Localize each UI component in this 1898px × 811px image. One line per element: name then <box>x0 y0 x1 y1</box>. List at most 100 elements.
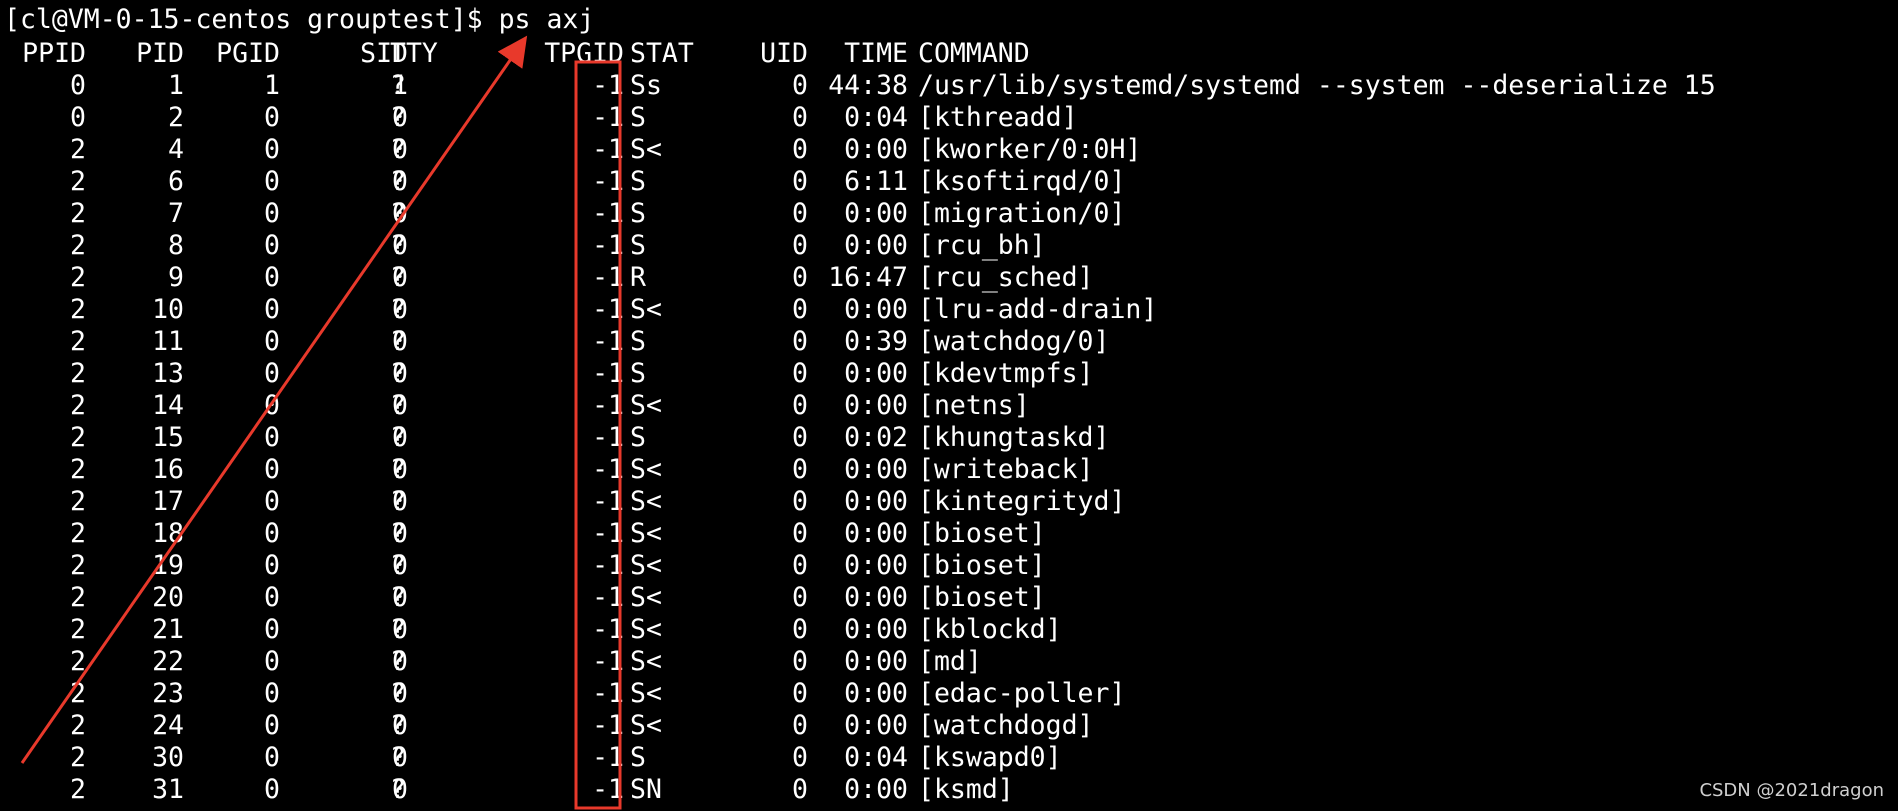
cell-pid: 7 <box>168 198 184 229</box>
cell-time: 0:00 <box>844 582 908 613</box>
cell-command: [kswapd0] <box>918 742 1062 773</box>
cell-time: 0:00 <box>844 774 908 805</box>
cell-tty: ? <box>390 230 406 261</box>
cell-command: [rcu_sched] <box>918 262 1094 293</box>
cell-pid: 14 <box>152 390 184 421</box>
cell-uid: 0 <box>792 358 808 389</box>
cell-tty: ? <box>390 742 406 773</box>
cell-uid: 0 <box>792 710 808 741</box>
cell-time: 0:00 <box>844 614 908 645</box>
cell-pid: 13 <box>152 358 184 389</box>
cell-tpgid: -1 <box>592 262 624 293</box>
cell-ppid: 2 <box>70 166 86 197</box>
cell-stat: S <box>630 326 646 357</box>
cell-time: 44:38 <box>828 70 908 101</box>
cell-pid: 9 <box>168 262 184 293</box>
cell-ppid: 2 <box>70 678 86 709</box>
cell-uid: 0 <box>792 678 808 709</box>
cell-uid: 0 <box>792 134 808 165</box>
cell-tpgid: -1 <box>592 518 624 549</box>
cell-tpgid: -1 <box>592 294 624 325</box>
cell-uid: 0 <box>792 102 808 133</box>
cell-pgid: 0 <box>264 422 280 453</box>
cell-time: 0:00 <box>844 486 908 517</box>
terminal-window[interactable]: [cl@VM-0-15-centos grouptest]$ ps axj PP… <box>0 0 1898 811</box>
cell-ppid: 2 <box>70 582 86 613</box>
cell-time: 0:00 <box>844 678 908 709</box>
cell-pid: 11 <box>152 326 184 357</box>
cell-ppid: 2 <box>70 742 86 773</box>
cell-command: [bioset] <box>918 550 1046 581</box>
cell-uid: 0 <box>792 550 808 581</box>
cell-pid: 31 <box>152 774 184 805</box>
cell-stat: S< <box>630 294 662 325</box>
cell-time: 16:47 <box>828 262 908 293</box>
cell-pid: 6 <box>168 166 184 197</box>
cell-pid: 20 <box>152 582 184 613</box>
cell-time: 0:02 <box>844 422 908 453</box>
cell-time: 6:11 <box>844 166 908 197</box>
cell-tpgid: -1 <box>592 326 624 357</box>
cell-uid: 0 <box>792 454 808 485</box>
cell-time: 0:04 <box>844 102 908 133</box>
cell-command: [edac-poller] <box>918 678 1126 709</box>
cell-pgid: 0 <box>264 646 280 677</box>
cell-ppid: 2 <box>70 486 86 517</box>
cell-tpgid: -1 <box>592 454 624 485</box>
cell-tpgid: -1 <box>592 582 624 613</box>
cell-command: [khungtaskd] <box>918 422 1110 453</box>
cell-stat: S< <box>630 134 662 165</box>
cell-time: 0:00 <box>844 134 908 165</box>
cell-uid: 0 <box>792 294 808 325</box>
cell-tpgid: -1 <box>592 134 624 165</box>
cell-ppid: 2 <box>70 326 86 357</box>
cell-pgid: 0 <box>264 486 280 517</box>
cell-uid: 0 <box>792 742 808 773</box>
cell-uid: 0 <box>792 422 808 453</box>
cell-time: 0:04 <box>844 742 908 773</box>
command-prompt: [cl@VM-0-15-centos grouptest]$ ps axj <box>4 4 595 35</box>
cell-tty: ? <box>390 486 406 517</box>
cell-command: [kworker/0:0H] <box>918 134 1142 165</box>
cell-stat: S< <box>630 646 662 677</box>
cell-ppid: 2 <box>70 294 86 325</box>
cell-command: [kthreadd] <box>918 102 1078 133</box>
cell-pgid: 0 <box>264 742 280 773</box>
cell-ppid: 2 <box>70 710 86 741</box>
cell-stat: S< <box>630 454 662 485</box>
cell-uid: 0 <box>792 646 808 677</box>
cell-tty: ? <box>390 70 406 101</box>
cell-command: [kdevtmpfs] <box>918 358 1094 389</box>
cell-time: 0:00 <box>844 646 908 677</box>
cell-pid: 15 <box>152 422 184 453</box>
cell-time: 0:00 <box>844 710 908 741</box>
cell-pgid: 0 <box>264 454 280 485</box>
cell-pgid: 0 <box>264 198 280 229</box>
cell-pgid: 0 <box>264 326 280 357</box>
cell-tty: ? <box>390 102 406 133</box>
cell-pgid: 1 <box>264 70 280 101</box>
header-pgid: PGID <box>216 38 280 69</box>
cell-ppid: 2 <box>70 358 86 389</box>
cell-pgid: 0 <box>264 614 280 645</box>
cell-time: 0:00 <box>844 358 908 389</box>
cell-tpgid: -1 <box>592 678 624 709</box>
cell-ppid: 2 <box>70 646 86 677</box>
cell-tpgid: -1 <box>592 166 624 197</box>
cell-tty: ? <box>390 774 406 805</box>
cell-tty: ? <box>390 582 406 613</box>
cell-uid: 0 <box>792 230 808 261</box>
cell-ppid: 2 <box>70 262 86 293</box>
cell-tpgid: -1 <box>592 358 624 389</box>
cell-pid: 30 <box>152 742 184 773</box>
cell-stat: S <box>630 230 646 261</box>
cell-stat: S< <box>630 678 662 709</box>
header-command: COMMAND <box>918 38 1030 69</box>
cell-ppid: 2 <box>70 134 86 165</box>
cell-tpgid: -1 <box>592 742 624 773</box>
cell-uid: 0 <box>792 486 808 517</box>
cell-stat: S <box>630 198 646 229</box>
cell-command: [bioset] <box>918 582 1046 613</box>
cell-ppid: 2 <box>70 614 86 645</box>
cell-tpgid: -1 <box>592 486 624 517</box>
